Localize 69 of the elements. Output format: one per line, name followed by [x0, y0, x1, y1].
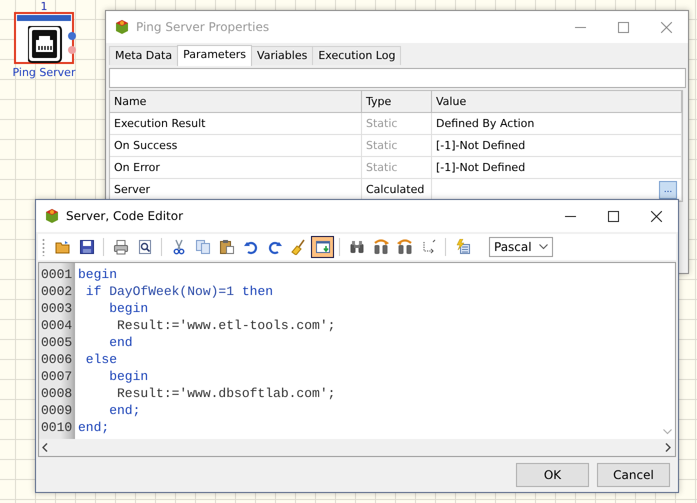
- maximize-icon[interactable]: [608, 210, 619, 222]
- dialog-button[interactable]: Cancel: [597, 462, 670, 486]
- chevron-down-icon: [539, 244, 548, 250]
- node-label: Ping Server: [12, 66, 76, 79]
- lightning-list-icon: [454, 239, 470, 255]
- node-number: 1: [40, 1, 48, 12]
- line-number: 0009: [40, 402, 74, 419]
- code-line: if DayOfWeek(Now)=1 then: [84, 283, 274, 300]
- code-line: else: [84, 351, 118, 368]
- line-number: 0001: [40, 266, 74, 283]
- paste-icon: [218, 239, 234, 255]
- tab[interactable]: Meta Data: [109, 46, 178, 65]
- tab[interactable]: Variables: [251, 46, 314, 65]
- line-number: 0004: [40, 317, 74, 334]
- print-preview-icon: [136, 239, 152, 255]
- dotted-arrow-icon: [420, 239, 436, 255]
- column-header[interactable]: Type: [362, 91, 432, 113]
- tab[interactable]: Execution Log: [312, 46, 402, 65]
- table-cell: Static: [362, 157, 432, 179]
- table-cell: Static: [362, 113, 432, 135]
- ellipsis-button[interactable]: ...: [659, 180, 677, 198]
- replace-icon: [396, 239, 412, 255]
- scroll-left-icon[interactable]: [42, 443, 48, 452]
- copy-icon: [194, 239, 210, 255]
- line-number: 0002: [40, 283, 74, 300]
- code-line: Result:='www.dbsoftlab.com';: [116, 385, 336, 402]
- column-header[interactable]: Value: [432, 91, 682, 113]
- app-icon: [114, 19, 130, 35]
- app-icon: [44, 208, 60, 224]
- code-line: end;: [78, 419, 110, 436]
- table-cell: Execution Result: [110, 113, 362, 135]
- toolbar-button[interactable]: [311, 236, 334, 258]
- scroll-right-icon[interactable]: [665, 443, 671, 452]
- code-line: end: [108, 334, 134, 351]
- scissors-icon: [170, 239, 186, 255]
- line-number: 0005: [40, 334, 74, 351]
- binoculars-icon: [348, 239, 364, 255]
- filter-field[interactable]: [109, 68, 686, 88]
- window-title: Server, Code Editor: [66, 209, 184, 223]
- table-cell: [-1]-Not Defined: [432, 157, 682, 179]
- broom-icon: [290, 239, 306, 255]
- table-cell: On Success: [110, 135, 362, 157]
- close-icon[interactable]: [651, 210, 662, 222]
- redo-icon: [266, 239, 282, 255]
- table-cell: On Error: [110, 157, 362, 179]
- window-title: Ping Server Properties: [136, 20, 270, 34]
- language-dropdown[interactable]: Pascal: [489, 237, 553, 257]
- code-line: begin: [108, 300, 150, 317]
- folder-icon: [54, 239, 70, 255]
- code-line: Result:='www.etl-tools.com';: [116, 317, 336, 334]
- line-number: 0003: [40, 300, 74, 317]
- column-header[interactable]: Name: [110, 91, 362, 113]
- line-number: 0007: [40, 368, 74, 385]
- code-line: end;: [108, 402, 142, 419]
- table-cell: Defined By Action: [432, 113, 682, 135]
- code-line: begin: [108, 368, 150, 385]
- find-next-icon: [372, 239, 388, 255]
- save-icon: [78, 239, 94, 255]
- line-number: 0008: [40, 385, 74, 402]
- tab[interactable]: Parameters: [177, 45, 252, 66]
- line-number: 0010: [40, 419, 74, 436]
- undo-icon: [242, 239, 258, 255]
- line-number: 0006: [40, 351, 74, 368]
- dialog-button[interactable]: OK: [516, 462, 589, 486]
- table-cell: Static: [362, 135, 432, 157]
- table-cell: [-1]-Not Defined: [432, 135, 682, 157]
- code-line: begin: [78, 266, 118, 283]
- printer-icon: [112, 239, 128, 255]
- ping-node[interactable]: [14, 12, 74, 64]
